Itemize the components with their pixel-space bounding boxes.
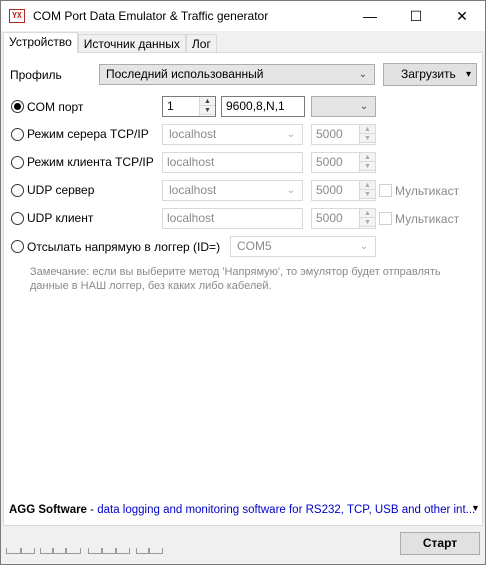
udp-client-multicast-checkbox[interactable] [379, 212, 392, 225]
tab-bar: Устройство Источник данных Лог [3, 32, 217, 53]
spin-buttons[interactable]: ▲ ▼ [359, 181, 375, 200]
udp-client-port-stepper[interactable]: 5000 ▲ ▼ [311, 208, 376, 229]
tcp-server-host-value: localhost [169, 127, 217, 141]
footer-link[interactable]: data logging and monitoring software for… [97, 504, 475, 516]
tcp-client-port-value: 5000 [316, 155, 343, 169]
tcp-client-radio[interactable] [11, 156, 24, 169]
udp-server-port-value: 5000 [316, 183, 343, 197]
profile-label: Профиль [10, 68, 62, 82]
status-indicator [66, 548, 81, 554]
spin-up-icon[interactable]: ▲ [360, 209, 375, 218]
udp-server-port-stepper[interactable]: 5000 ▲ ▼ [311, 180, 376, 201]
com-port-extra-select[interactable]: ⌄ [311, 96, 376, 117]
spin-up-icon[interactable]: ▲ [360, 125, 375, 134]
status-indicator [21, 548, 35, 554]
spin-up-icon[interactable]: ▲ [360, 181, 375, 190]
spin-buttons[interactable]: ▲ ▼ [359, 153, 375, 172]
tcp-client-label: Режим клиента TCP/IP [27, 155, 154, 169]
status-indicator [88, 548, 102, 554]
start-button[interactable]: Старт [400, 532, 480, 555]
tab-data-source[interactable]: Источник данных [77, 34, 186, 53]
app-icon: YX [9, 9, 25, 23]
direct-logger-label: Отсылать напрямую в логгер (ID=) [27, 240, 221, 254]
title-bar: YX COM Port Data Emulator & Traffic gene… [1, 1, 485, 31]
chevron-down-icon: ⌄ [359, 241, 369, 252]
status-indicator [149, 548, 163, 554]
udp-client-port-value: 5000 [316, 211, 343, 225]
app-window: YX COM Port Data Emulator & Traffic gene… [0, 0, 486, 565]
spin-down-icon[interactable]: ▼ [360, 218, 375, 227]
com-settings-field[interactable]: 9600,8,N,1 [221, 96, 305, 117]
direct-logger-radio[interactable] [11, 240, 24, 253]
note-line-1: Замечание: если вы выберите метод 'Напря… [30, 266, 441, 278]
spin-down-icon[interactable]: ▼ [360, 162, 375, 171]
tcp-client-port-stepper[interactable]: 5000 ▲ ▼ [311, 152, 376, 173]
maximize-button[interactable]: ☐ [393, 1, 439, 31]
load-profile-button[interactable]: Загрузить ▾ [383, 63, 477, 86]
spin-up-icon[interactable]: ▲ [200, 97, 215, 106]
direct-logger-value: COM5 [237, 239, 272, 253]
com-port-label: COM порт [27, 100, 84, 114]
udp-server-host-select[interactable]: localhost ⌄ [162, 180, 303, 201]
note-line-2: данные в НАШ логгер, без каких либо кабе… [30, 280, 272, 292]
com-port-radio[interactable] [11, 100, 24, 113]
close-button[interactable]: ✕ [439, 1, 485, 31]
tcp-client-host-field[interactable]: localhost [162, 152, 303, 173]
spin-down-icon[interactable]: ▼ [200, 106, 215, 115]
udp-server-multicast-checkbox[interactable] [379, 184, 392, 197]
spin-buttons[interactable]: ▲ ▼ [199, 97, 215, 116]
udp-server-radio[interactable] [11, 184, 24, 197]
footer-brand: AGG Software [9, 504, 87, 516]
footer-separator: - [86, 504, 98, 516]
status-indicator [136, 548, 149, 554]
status-indicator [116, 548, 130, 554]
udp-client-label: UDP клиент [27, 211, 94, 225]
spin-buttons[interactable]: ▲ ▼ [359, 209, 375, 228]
tcp-server-label: Режим серера TCP/IP [27, 127, 149, 141]
direct-mode-note: Замечание: если вы выберите метод 'Напря… [30, 265, 441, 293]
status-indicator [53, 548, 66, 554]
udp-server-label: UDP сервер [27, 183, 95, 197]
com-port-number-value: 1 [167, 99, 174, 113]
profile-select-value: Последний использованный [106, 67, 264, 81]
tab-device[interactable]: Устройство [3, 32, 78, 53]
scroll-down-icon[interactable]: ▼ [471, 503, 480, 513]
spin-up-icon[interactable]: ▲ [360, 153, 375, 162]
footer-info: AGG Software - data logging and monitori… [9, 504, 475, 516]
tcp-server-host-select[interactable]: localhost ⌄ [162, 124, 303, 145]
chevron-down-icon: ⌄ [286, 185, 296, 196]
chevron-down-icon: ⌄ [359, 101, 369, 112]
dropdown-arrow-icon: ▾ [465, 69, 471, 80]
window-title: COM Port Data Emulator & Traffic generat… [33, 9, 269, 23]
spin-buttons[interactable]: ▲ ▼ [359, 125, 375, 144]
profile-select[interactable]: Последний использованный ⌄ [99, 64, 375, 85]
tab-log[interactable]: Лог [185, 34, 217, 53]
udp-client-host-field[interactable]: localhost [162, 208, 303, 229]
minimize-button[interactable]: — [347, 1, 393, 31]
udp-server-host-value: localhost [169, 183, 217, 197]
com-port-number-stepper[interactable]: 1 ▲ ▼ [162, 96, 216, 117]
spin-down-icon[interactable]: ▼ [360, 190, 375, 199]
status-indicator [6, 548, 21, 554]
spin-down-icon[interactable]: ▼ [360, 134, 375, 143]
tcp-server-radio[interactable] [11, 128, 24, 141]
device-panel: Профиль Последний использованный ⌄ Загру… [3, 52, 483, 526]
chevron-down-icon: ⌄ [358, 69, 368, 80]
udp-server-multicast-label: Мультикаст [395, 184, 460, 198]
udp-client-radio[interactable] [11, 212, 24, 225]
status-indicator [40, 548, 53, 554]
chevron-down-icon: ⌄ [286, 129, 296, 140]
tcp-server-port-stepper[interactable]: 5000 ▲ ▼ [311, 124, 376, 145]
load-button-label: Загрузить [401, 67, 456, 81]
direct-logger-select[interactable]: COM5 ⌄ [230, 236, 376, 257]
udp-client-multicast-label: Мультикаст [395, 212, 460, 226]
tcp-server-port-value: 5000 [316, 127, 343, 141]
status-indicator [102, 548, 116, 554]
